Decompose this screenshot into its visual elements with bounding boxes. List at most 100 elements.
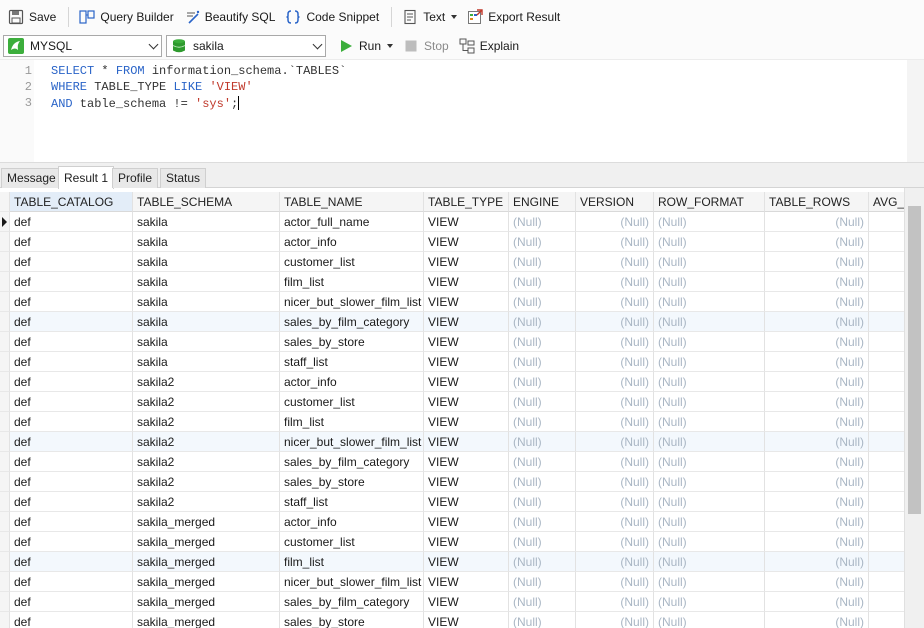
column-header[interactable]: TABLE_CATALOG bbox=[10, 192, 133, 212]
table-cell[interactable] bbox=[869, 252, 904, 272]
table-cell[interactable]: def bbox=[10, 592, 133, 612]
null-cell[interactable]: (Null) bbox=[654, 232, 765, 252]
null-cell[interactable]: (Null) bbox=[509, 272, 576, 292]
table-cell[interactable] bbox=[869, 392, 904, 412]
table-cell[interactable]: VIEW bbox=[424, 432, 509, 452]
table-cell[interactable]: film_list bbox=[280, 412, 424, 432]
row-indicator[interactable] bbox=[0, 272, 10, 292]
row-indicator[interactable] bbox=[0, 512, 10, 532]
export-result-button[interactable]: Export Result bbox=[463, 5, 564, 29]
table-cell[interactable]: VIEW bbox=[424, 552, 509, 572]
table-cell[interactable]: sakila bbox=[133, 292, 280, 312]
row-indicator[interactable] bbox=[0, 432, 10, 452]
table-cell[interactable]: sales_by_store bbox=[280, 332, 424, 352]
table-cell[interactable] bbox=[869, 592, 904, 612]
table-cell[interactable]: sales_by_film_category bbox=[280, 592, 424, 612]
null-cell[interactable]: (Null) bbox=[509, 432, 576, 452]
table-cell[interactable]: actor_info bbox=[280, 512, 424, 532]
null-cell[interactable]: (Null) bbox=[654, 432, 765, 452]
table-cell[interactable]: def bbox=[10, 352, 133, 372]
null-cell[interactable]: (Null) bbox=[576, 432, 654, 452]
table-cell[interactable]: def bbox=[10, 252, 133, 272]
table-cell[interactable]: sales_by_store bbox=[280, 472, 424, 492]
null-cell[interactable]: (Null) bbox=[654, 332, 765, 352]
null-cell[interactable]: (Null) bbox=[509, 332, 576, 352]
table-cell[interactable]: sakila_merged bbox=[133, 512, 280, 532]
sql-editor[interactable]: 1 2 3 SELECT * FROM information_schema.`… bbox=[0, 59, 924, 163]
null-cell[interactable]: (Null) bbox=[654, 612, 765, 628]
null-cell[interactable]: (Null) bbox=[576, 592, 654, 612]
null-cell[interactable]: (Null) bbox=[509, 492, 576, 512]
column-header[interactable]: TABLE_SCHEMA bbox=[133, 192, 280, 212]
table-cell[interactable] bbox=[869, 312, 904, 332]
table-cell[interactable]: VIEW bbox=[424, 472, 509, 492]
null-cell[interactable]: (Null) bbox=[576, 552, 654, 572]
result-grid[interactable]: TABLE_CATALOG TABLE_SCHEMA TABLE_NAME TABLE… bbox=[0, 192, 904, 628]
row-indicator[interactable] bbox=[0, 372, 10, 392]
null-cell[interactable]: (Null) bbox=[765, 572, 869, 592]
table-row[interactable]: def sakila film_list VIEW (Null) (Null) (Null)… bbox=[0, 272, 904, 292]
column-header[interactable]: TABLE_NAME bbox=[280, 192, 424, 212]
table-cell[interactable]: sakila bbox=[133, 272, 280, 292]
table-cell[interactable] bbox=[869, 572, 904, 592]
table-cell[interactable]: VIEW bbox=[424, 352, 509, 372]
table-row[interactable]: def sakila actor_full_name VIEW (Null) (Null)… bbox=[0, 212, 904, 232]
table-row[interactable]: def sakila sales_by_store VIEW (Null) (Null)(… bbox=[0, 332, 904, 352]
table-cell[interactable]: sakila2 bbox=[133, 392, 280, 412]
column-header[interactable]: TABLE_TYPE bbox=[424, 192, 509, 212]
table-cell[interactable] bbox=[869, 332, 904, 352]
table-cell[interactable]: sakila2 bbox=[133, 372, 280, 392]
null-cell[interactable]: (Null) bbox=[576, 232, 654, 252]
null-cell[interactable]: (Null) bbox=[765, 452, 869, 472]
explain-button[interactable]: Explain bbox=[455, 34, 523, 58]
scrollbar-thumb[interactable] bbox=[908, 206, 921, 514]
null-cell[interactable]: (Null) bbox=[765, 412, 869, 432]
null-cell[interactable]: (Null) bbox=[509, 512, 576, 532]
row-indicator[interactable] bbox=[0, 492, 10, 512]
null-cell[interactable]: (Null) bbox=[654, 592, 765, 612]
tab-profile[interactable]: Profile bbox=[112, 168, 159, 188]
database-select[interactable]: sakila bbox=[166, 35, 326, 57]
row-indicator[interactable] bbox=[0, 312, 10, 332]
table-cell[interactable]: sakila_merged bbox=[133, 552, 280, 572]
table-cell[interactable] bbox=[869, 272, 904, 292]
table-cell[interactable]: customer_list bbox=[280, 532, 424, 552]
row-indicator[interactable] bbox=[0, 352, 10, 372]
column-header[interactable]: AVG_R bbox=[869, 192, 904, 212]
null-cell[interactable]: (Null) bbox=[654, 372, 765, 392]
table-cell[interactable] bbox=[869, 372, 904, 392]
null-cell[interactable]: (Null) bbox=[765, 212, 869, 232]
table-cell[interactable]: def bbox=[10, 292, 133, 312]
table-row[interactable]: def sakila2 staff_list VIEW (Null) (Null) (Nul… bbox=[0, 492, 904, 512]
table-cell[interactable]: def bbox=[10, 332, 133, 352]
table-cell[interactable]: sakila2 bbox=[133, 412, 280, 432]
null-cell[interactable]: (Null) bbox=[654, 392, 765, 412]
null-cell[interactable]: (Null) bbox=[576, 492, 654, 512]
table-cell[interactable]: sakila_merged bbox=[133, 592, 280, 612]
null-cell[interactable]: (Null) bbox=[509, 532, 576, 552]
code-snippet-button[interactable]: Code Snippet bbox=[281, 5, 383, 29]
table-cell[interactable] bbox=[869, 472, 904, 492]
table-cell[interactable]: def bbox=[10, 392, 133, 412]
save-button[interactable]: Save bbox=[4, 5, 60, 29]
table-cell[interactable]: staff_list bbox=[280, 352, 424, 372]
table-cell[interactable]: nicer_but_slower_film_list bbox=[280, 432, 424, 452]
grid-vertical-scrollbar[interactable] bbox=[904, 188, 924, 628]
null-cell[interactable]: (Null) bbox=[765, 492, 869, 512]
table-cell[interactable]: nicer_but_slower_film_list bbox=[280, 292, 424, 312]
null-cell[interactable]: (Null) bbox=[576, 372, 654, 392]
null-cell[interactable]: (Null) bbox=[509, 472, 576, 492]
null-cell[interactable]: (Null) bbox=[654, 272, 765, 292]
null-cell[interactable]: (Null) bbox=[509, 252, 576, 272]
null-cell[interactable]: (Null) bbox=[509, 372, 576, 392]
table-cell[interactable]: customer_list bbox=[280, 392, 424, 412]
null-cell[interactable]: (Null) bbox=[654, 212, 765, 232]
null-cell[interactable]: (Null) bbox=[576, 312, 654, 332]
table-cell[interactable]: VIEW bbox=[424, 532, 509, 552]
run-button[interactable]: Run bbox=[334, 34, 397, 58]
table-cell[interactable]: def bbox=[10, 312, 133, 332]
null-cell[interactable]: (Null) bbox=[654, 452, 765, 472]
dropdown-caret-icon[interactable] bbox=[387, 44, 394, 48]
table-cell[interactable] bbox=[869, 452, 904, 472]
null-cell[interactable]: (Null) bbox=[765, 372, 869, 392]
